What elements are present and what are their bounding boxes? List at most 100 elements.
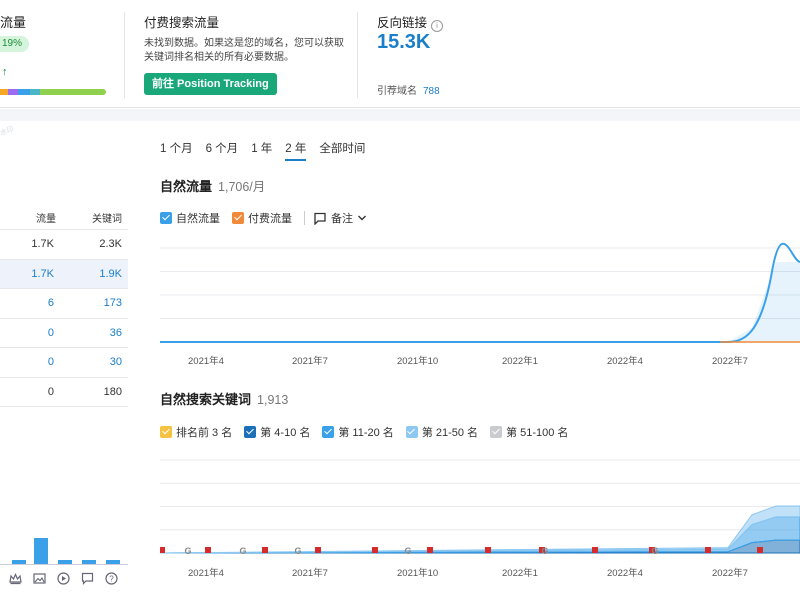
table-row[interactable]: 0 36: [0, 319, 128, 348]
column-header-traffic[interactable]: 流量: [36, 210, 56, 225]
organic-traffic-title-text: 自然流量: [160, 179, 213, 194]
mini-toolbar: ?: [8, 571, 119, 587]
checkbox-icon[interactable]: [160, 426, 172, 438]
svg-text:G: G: [294, 546, 301, 556]
referring-domains-value[interactable]: 788: [423, 86, 440, 97]
x-tick-label: 2022年1: [502, 567, 538, 579]
legend-organic[interactable]: 自然流量: [160, 210, 220, 226]
google-update-icon: G: [239, 546, 246, 556]
section-gap: [0, 109, 800, 121]
mini-bar-baseline: [0, 564, 128, 565]
x-tick-label: 2022年1: [502, 355, 538, 367]
legend-paid[interactable]: 付费流量: [232, 210, 292, 226]
tab-all-time[interactable]: 全部时间: [319, 140, 365, 161]
crown-icon[interactable]: [8, 571, 23, 586]
distribution-segment: [0, 89, 8, 95]
comment-icon[interactable]: [80, 571, 95, 586]
organic-keywords-plot[interactable]: G G G G G G 2021年4 2021年7 2021年10 2022年1 2022年4 202…: [159, 446, 800, 586]
checkbox-icon[interactable]: [405, 426, 418, 438]
tab-1-year[interactable]: 1 年: [251, 140, 272, 161]
traffic-cell[interactable]: 0: [14, 327, 54, 339]
traffic-cell[interactable]: 0: [14, 356, 54, 368]
distribution-segment: [30, 89, 40, 95]
svg-text:G: G: [184, 546, 191, 556]
help-icon[interactable]: ?: [104, 571, 119, 586]
legend-label: 付费流量: [248, 213, 292, 225]
traffic-cell[interactable]: 1.7K: [14, 268, 54, 280]
keywords-cell: 2.3K: [99, 238, 122, 250]
traffic-metric-title: 流量: [0, 15, 27, 30]
backlinks-metric: 反向链接 i 15.3K 引荐域名 788: [377, 0, 577, 108]
flag-icon: [315, 547, 321, 553]
chevron-down-icon: [358, 215, 366, 221]
organic-traffic-value: 1,706/月: [218, 180, 266, 194]
table-row[interactable]: 0 30: [0, 348, 128, 378]
traffic-cell: 0: [47, 385, 54, 398]
tab-6-months[interactable]: 6 个月: [206, 140, 239, 161]
x-tick-label: 2021年10: [397, 567, 438, 579]
organic-keywords-title-text: 自然搜索关键词: [160, 392, 252, 407]
flag-icon: [485, 547, 491, 553]
legend-label: 第 4-10 名: [260, 427, 311, 439]
checkbox-icon[interactable]: [232, 212, 244, 224]
distribution-segment: [56, 89, 106, 95]
backlinks-title-text: 反向链接: [377, 16, 428, 30]
x-tick-label: 2021年10: [397, 355, 438, 367]
organic-area: [160, 261, 800, 342]
x-tick-label: 2021年7: [292, 567, 328, 579]
flag-icon: [592, 547, 598, 553]
legend-item[interactable]: 排名前 3 名: [160, 424, 232, 440]
table-row[interactable]: 1.7K 2.3K: [0, 230, 128, 260]
position-tracking-button[interactable]: 前往 Position Tracking: [144, 73, 277, 95]
x-tick-label: 2021年7: [292, 355, 328, 367]
image-icon[interactable]: [32, 571, 47, 586]
svg-text:?: ?: [109, 574, 114, 583]
tab-1-month[interactable]: 1 个月: [160, 140, 193, 161]
distribution-segment: [18, 89, 30, 95]
divider: [304, 211, 305, 225]
checkbox-icon[interactable]: [244, 426, 257, 438]
legend-item[interactable]: 第 4-10 名: [244, 424, 310, 440]
up-arrow-icon: ↑: [2, 66, 8, 78]
backlinks-value[interactable]: 15.3K: [377, 31, 430, 54]
legend-label: 排名前 3 名: [176, 427, 233, 439]
traffic-legend: 自然流量 付费流量 备注: [160, 210, 379, 226]
google-update-icon: G: [404, 546, 411, 556]
table-row[interactable]: 0 180: [0, 378, 128, 407]
checkbox-icon[interactable]: [322, 426, 335, 438]
keywords-cell[interactable]: 30: [82, 356, 122, 368]
flag-icon: [372, 547, 378, 553]
legend-item[interactable]: 第 21-50 名: [405, 424, 478, 440]
keywords-cell[interactable]: 1.9K: [82, 268, 122, 280]
notes-dropdown[interactable]: 备注: [313, 210, 367, 226]
keywords-cell[interactable]: 173: [82, 297, 122, 309]
column-header-keywords[interactable]: 关键词: [92, 210, 122, 225]
checkbox-icon[interactable]: [490, 426, 503, 438]
organic-traffic-plot[interactable]: 2021年4 2021年7 2021年10 2022年1 2022年4 2022年7: [160, 236, 800, 372]
legend-item[interactable]: 第 51-100 名: [490, 424, 568, 440]
period-tabs: 1 个月 6 个月 1 年 2 年 全部时间: [160, 140, 378, 161]
google-update-icon: G: [541, 546, 548, 556]
table-row[interactable]: 1.7K 1.9K: [0, 259, 128, 289]
flag-icon: [262, 547, 268, 553]
flag-icon: [757, 547, 763, 553]
google-update-icon: G: [294, 546, 301, 556]
info-icon[interactable]: i: [431, 20, 444, 32]
checkbox-icon[interactable]: [160, 212, 172, 224]
flag-icon: [205, 547, 211, 553]
organic-traffic-title: 自然流量 1,706/月: [160, 176, 265, 195]
keywords-cell[interactable]: 36: [82, 327, 122, 339]
legend-item[interactable]: 第 11-20 名: [322, 424, 394, 440]
keywords-cell: 180: [103, 385, 122, 398]
organic-series-line: [160, 242, 800, 343]
google-update-icon: G: [651, 546, 658, 556]
play-icon[interactable]: [56, 571, 71, 586]
table-header: 流量 关键词: [0, 200, 128, 230]
google-update-icon: G: [184, 546, 191, 556]
traffic-cell[interactable]: 6: [14, 297, 54, 309]
flag-icon: [427, 547, 433, 553]
tab-2-years[interactable]: 2 年: [285, 140, 307, 161]
traffic-distribution-bar: [0, 89, 106, 95]
table-row[interactable]: 6 173: [0, 289, 128, 319]
legend-label: 第 51-100 名: [506, 427, 569, 439]
